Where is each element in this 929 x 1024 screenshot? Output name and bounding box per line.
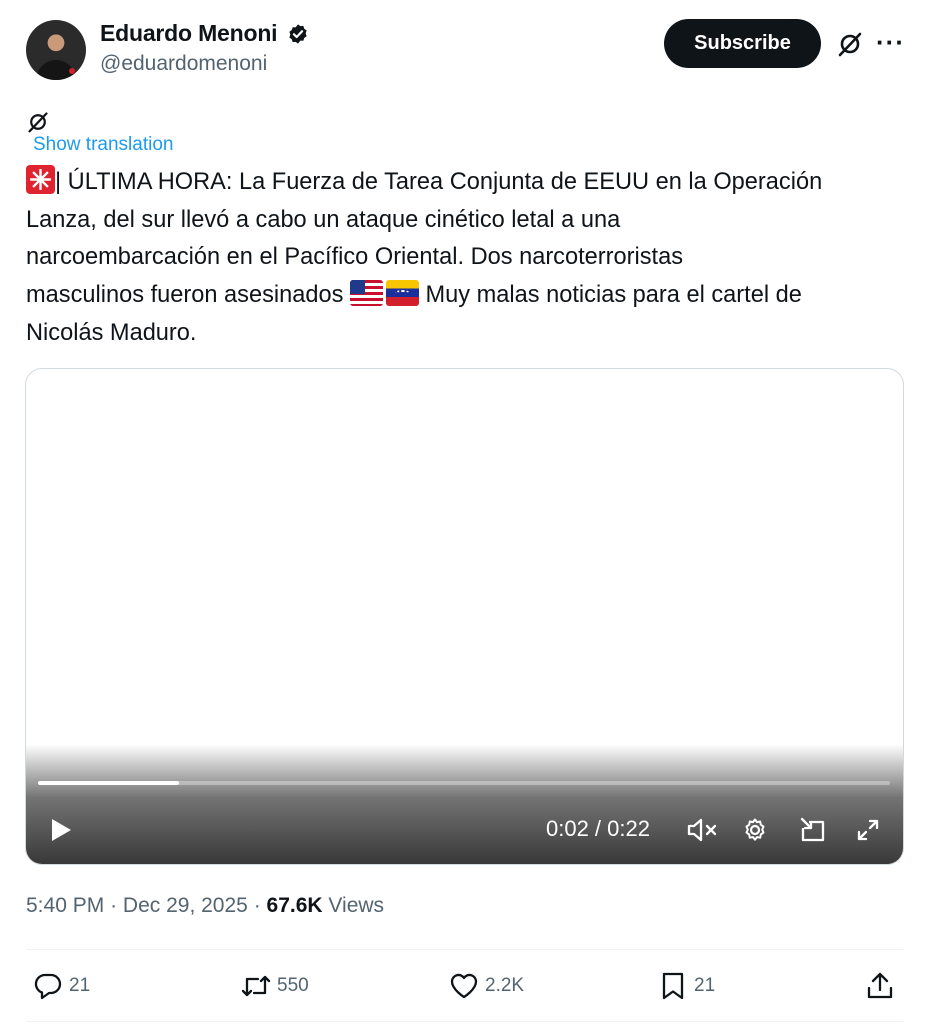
tweet-text: | ÚLTIMA HORA: La Fuerza de Tarea Conjun… (26, 164, 911, 353)
tweet-segment: masculinos fueron asesinados (26, 282, 344, 309)
play-icon[interactable] (48, 817, 74, 843)
tweet-time[interactable]: 5:40 PM (26, 894, 104, 917)
video-controls-gradient (26, 744, 903, 864)
muted-volume-icon[interactable] (686, 818, 718, 842)
tweet-date[interactable]: Dec 29, 2025 (123, 894, 248, 917)
video-progress-fill (38, 781, 179, 785)
views-label: Views (328, 894, 385, 917)
tweet-meta: 5:40 PM · Dec 29, 2025 · 67.6K Views (26, 894, 384, 918)
reply-button[interactable]: 21 (32, 970, 90, 1002)
more-options-icon[interactable]: ··· (876, 24, 905, 60)
avatar-pin (69, 68, 75, 74)
video-player[interactable]: 0:02 / 0:22 (25, 368, 904, 865)
like-count: 2.2K (485, 975, 525, 996)
tweet-segment: | ÚLTIMA HORA: La Fuerza de Tarea Conjun… (55, 169, 823, 195)
bookmark-icon (662, 972, 684, 1000)
reply-count: 21 (69, 975, 91, 996)
show-translation-link[interactable]: Show translation (33, 134, 173, 156)
us-flag-emoji (349, 280, 383, 307)
avatar[interactable] (26, 20, 86, 80)
verified-badge-icon (289, 24, 307, 44)
bookmark-button[interactable]: 21 (657, 970, 715, 1002)
video-time: 0:02 / 0:22 (546, 816, 650, 841)
tweet-segment: Muy malas noticias para el cartel de (425, 282, 802, 309)
divider (26, 1021, 903, 1022)
dock-video-icon[interactable] (799, 816, 827, 844)
tweet-line-4: masculinos fueron asesinados Muy malas n… (26, 277, 911, 315)
heart-icon (450, 973, 478, 999)
share-button[interactable] (864, 970, 896, 1002)
settings-gear-icon[interactable] (742, 817, 768, 843)
bookmark-count: 21 (694, 975, 716, 996)
views-count: 67.6K (266, 894, 323, 917)
grok-translate-icon (28, 112, 48, 133)
tweet-line-3: narcoembarcación en el Pacífico Oriental… (26, 244, 683, 271)
fullscreen-icon[interactable] (855, 817, 881, 843)
subscribe-button[interactable]: Subscribe (664, 19, 821, 68)
meta-separator: · (253, 894, 261, 917)
repost-button[interactable]: 550 (240, 970, 309, 1002)
tweet-line-2: Lanza, del sur llevó a cabo un ataque ci… (26, 206, 621, 233)
grok-icon[interactable] (837, 31, 863, 57)
meta-separator: · (110, 894, 118, 917)
reply-icon (34, 973, 62, 1000)
tweet-line-1: | ÚLTIMA HORA: La Fuerza de Tarea Conjun… (26, 164, 911, 202)
tweet-line-5: Nicolás Maduro. (26, 319, 197, 346)
repost-icon (241, 975, 271, 997)
repost-count: 550 (277, 975, 309, 996)
rotating-light-emoji (26, 165, 55, 194)
share-icon (867, 972, 893, 999)
author-handle[interactable]: @eduardomenoni (100, 52, 267, 76)
author-name[interactable]: Eduardo Menoni (100, 20, 278, 47)
like-button[interactable]: 2.2K (448, 970, 524, 1002)
venezuela-flag-emoji (385, 280, 419, 307)
divider (26, 949, 903, 950)
video-progress-bar[interactable] (38, 781, 890, 785)
